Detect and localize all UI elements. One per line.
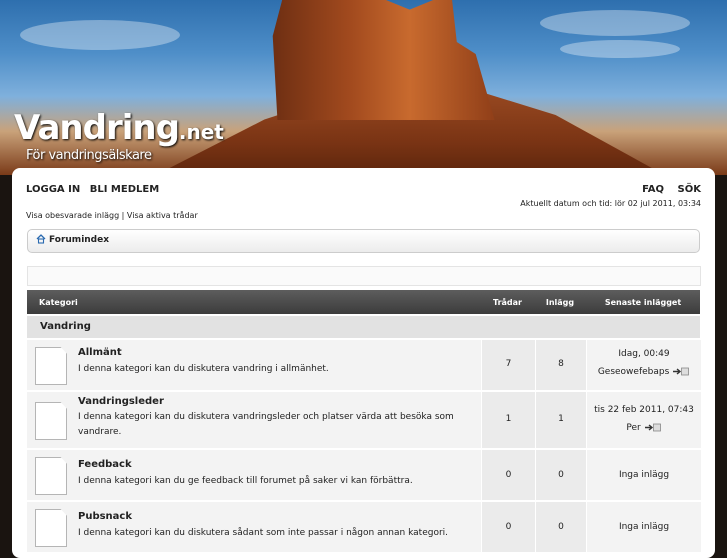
category-title[interactable]: Vandring (40, 321, 91, 332)
forum-table-header: Kategori Trådar Inlägg Senaste inlägget (27, 290, 700, 314)
forum-read-icon (35, 347, 67, 385)
current-datetime: Aktuellt datum och tid: lör 02 jul 2011,… (520, 199, 701, 208)
header-category: Kategori (39, 298, 78, 307)
forum-description: I denna kategori kan du ge feedback till… (78, 476, 413, 486)
link-separator: | (119, 211, 127, 220)
cloud-decoration (560, 40, 680, 58)
last-post-time: tis 22 feb 2011, 07:43 (594, 405, 694, 415)
cloud-decoration (20, 20, 180, 50)
breadcrumb: Forumindex (27, 229, 700, 253)
forum-row: Feedback I denna kategori kan du ge feed… (27, 450, 701, 500)
category-section: Vandring (27, 316, 700, 338)
forum-icon-cell (27, 392, 72, 448)
user-nav: LOGGA IN BLI MEDLEM (26, 184, 165, 195)
threads-cell: 0 (481, 450, 535, 500)
threads-cell: 1 (481, 392, 535, 448)
search-link[interactable]: SÖK (678, 184, 701, 195)
forum-info: Vandringsleder I denna kategori kan du d… (72, 392, 480, 448)
register-link[interactable]: BLI MEDLEM (90, 184, 159, 195)
logo-text: Vandring (14, 108, 180, 148)
forum-icon-cell (27, 340, 72, 390)
header-posts: Inlägg (545, 298, 575, 307)
forum-title[interactable]: Pubsnack (78, 511, 132, 522)
last-post-cell: Inga inlägg (586, 450, 701, 500)
threads-count: 0 (505, 470, 512, 480)
last-post-author[interactable]: Geseowefebaps (598, 367, 669, 377)
last-post-time: Idag, 00:49 (618, 349, 670, 359)
posts-count: 0 (558, 470, 564, 480)
threads-count: 7 (505, 359, 512, 369)
forum-description: I denna kategori kan du diskutera sådant… (78, 528, 449, 538)
forum-icon-cell (27, 450, 72, 500)
header-banner: Vandring.net För vandringsälskare (0, 0, 727, 175)
main-panel: LOGGA IN BLI MEDLEM FAQ SÖK Aktuellt dat… (12, 168, 715, 558)
site-nav: FAQ SÖK (632, 184, 701, 195)
mesa-rock (272, 0, 495, 120)
quick-links: Visa obesvarade inlägg | Visa aktiva trå… (26, 211, 198, 220)
forum-description: I denna kategori kan du diskutera vandri… (78, 412, 454, 437)
forum-read-icon (35, 402, 67, 440)
header-latest: Senaste inlägget (604, 298, 682, 307)
home-icon (36, 234, 46, 244)
forum-description: I denna kategori kan du diskutera vandri… (78, 364, 329, 374)
site-logo[interactable]: Vandring.net För vandringsälskare (14, 108, 224, 163)
posts-cell: 0 (535, 450, 586, 500)
forum-info: Feedback I denna kategori kan du ge feed… (72, 450, 480, 500)
posts-cell: 8 (535, 340, 586, 390)
breadcrumb-forumindex[interactable]: Forumindex (49, 235, 109, 245)
header-threads: Trådar (493, 298, 522, 307)
forum-row: Vandringsleder I denna kategori kan du d… (27, 392, 701, 448)
last-post-none: Inga inlägg (618, 470, 670, 480)
posts-count: 8 (558, 359, 564, 369)
active-topics-link[interactable]: Visa aktiva trådar (127, 211, 198, 220)
forum-info: Allmänt I denna kategori kan du diskuter… (72, 340, 480, 390)
forum-read-icon (35, 457, 67, 495)
logo-net-text: .net (178, 120, 224, 144)
posts-cell: 1 (535, 392, 586, 448)
threads-count: 0 (505, 522, 512, 532)
forum-title[interactable]: Allmänt (78, 347, 122, 358)
posts-count: 0 (558, 522, 564, 532)
posts-count: 1 (558, 414, 564, 424)
forum-read-icon (35, 509, 67, 547)
forum-title[interactable]: Feedback (78, 459, 132, 470)
cloud-decoration (540, 10, 690, 36)
forum-title[interactable]: Vandringsleder (78, 396, 164, 407)
unanswered-posts-link[interactable]: Visa obesvarade inlägg (26, 211, 119, 220)
forum-row: Allmänt I denna kategori kan du diskuter… (27, 340, 701, 390)
view-latest-post-icon[interactable] (672, 367, 690, 376)
last-post-cell: Idag, 00:49 Geseowefebaps (586, 340, 701, 390)
notice-bar (27, 266, 701, 286)
login-link[interactable]: LOGGA IN (26, 184, 80, 195)
last-post-none: Inga inlägg (618, 522, 670, 532)
last-post-cell: tis 22 feb 2011, 07:43 Per (586, 392, 701, 448)
threads-count: 1 (505, 414, 512, 424)
view-latest-post-icon[interactable] (644, 423, 662, 432)
faq-link[interactable]: FAQ (642, 184, 664, 195)
last-post-author[interactable]: Per (626, 423, 640, 433)
logo-tagline: För vandringsälskare (26, 148, 152, 163)
threads-cell: 7 (481, 340, 535, 390)
